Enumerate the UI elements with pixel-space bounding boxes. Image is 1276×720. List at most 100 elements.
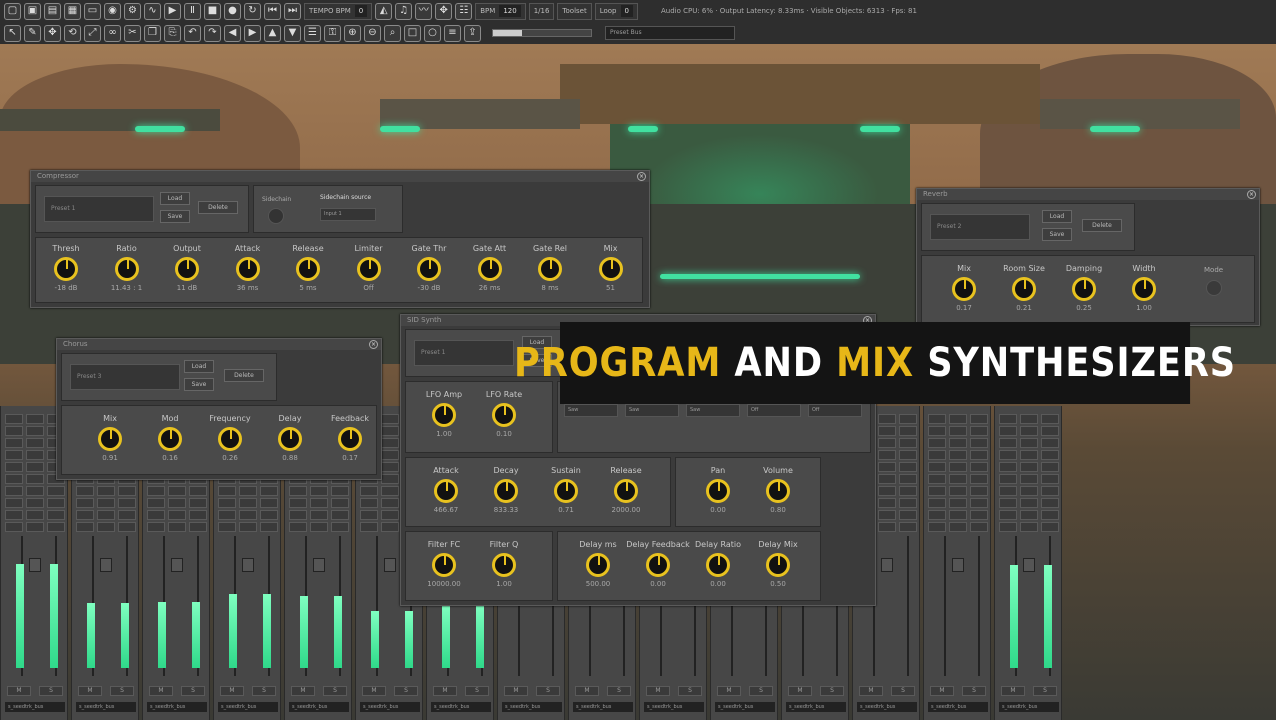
mute-button[interactable]: M <box>575 686 599 696</box>
close-icon[interactable]: × <box>369 340 378 349</box>
strip-button[interactable] <box>999 426 1017 436</box>
strip-button[interactable] <box>949 486 967 496</box>
strip-button[interactable] <box>260 498 278 508</box>
load-button[interactable]: Load <box>1042 210 1072 223</box>
strip-button[interactable] <box>5 438 23 448</box>
strip-button[interactable] <box>26 486 44 496</box>
strip-button[interactable] <box>999 510 1017 520</box>
strip-button[interactable] <box>5 462 23 472</box>
strip-button[interactable] <box>949 462 967 472</box>
knob[interactable]: Room Size 0.21 <box>992 264 1056 312</box>
strip-button[interactable] <box>381 414 399 424</box>
strip-button[interactable] <box>1020 438 1038 448</box>
selector-dropdown[interactable]: Off <box>808 404 862 417</box>
camera-icon[interactable]: ◉ <box>104 2 121 20</box>
knob-dial[interactable] <box>218 427 242 451</box>
strip-button[interactable] <box>239 510 257 520</box>
knob[interactable]: Delay ms 500.00 <box>566 540 630 588</box>
strip-button[interactable] <box>1041 522 1059 532</box>
strip-button[interactable] <box>381 522 399 532</box>
strip-button[interactable] <box>899 414 917 424</box>
strip-button[interactable] <box>360 498 378 508</box>
solo-button[interactable]: S <box>678 686 702 696</box>
strip-button[interactable] <box>260 510 278 520</box>
grid-icon[interactable]: ▦ <box>64 2 81 20</box>
paste-icon[interactable]: ⎘ <box>164 24 181 42</box>
solo-button[interactable]: S <box>536 686 560 696</box>
fader-handle[interactable] <box>242 558 254 572</box>
strip-button[interactable] <box>1041 450 1059 460</box>
close-icon[interactable]: × <box>1247 190 1256 199</box>
rewind-icon[interactable]: ⏮ <box>264 2 281 20</box>
load-button[interactable]: Load <box>160 192 190 205</box>
strip-button[interactable] <box>999 414 1017 424</box>
knob[interactable]: Gate Rel 8 ms <box>518 244 582 292</box>
strip-button[interactable] <box>1020 486 1038 496</box>
knob-dial[interactable] <box>296 257 320 281</box>
mute-button[interactable]: M <box>78 686 102 696</box>
strip-button[interactable] <box>218 510 236 520</box>
save-button[interactable]: Save <box>1042 228 1072 241</box>
record-icon[interactable]: ● <box>224 2 241 20</box>
solo-button[interactable]: S <box>465 686 489 696</box>
strip-button[interactable] <box>970 438 988 448</box>
strip-button[interactable] <box>147 510 165 520</box>
strip-button[interactable] <box>381 474 399 484</box>
strip-button[interactable] <box>928 426 946 436</box>
solo-button[interactable]: S <box>607 686 631 696</box>
load-button[interactable]: Load <box>184 360 214 373</box>
strip-button[interactable] <box>878 486 896 496</box>
strip-button[interactable] <box>331 486 349 496</box>
solo-button[interactable]: S <box>749 686 773 696</box>
pencil-icon[interactable]: ✎ <box>24 24 41 42</box>
solo-button[interactable]: S <box>252 686 276 696</box>
strip-button[interactable] <box>26 414 44 424</box>
fader-handle[interactable] <box>171 558 183 572</box>
strip-button[interactable] <box>381 462 399 472</box>
circle-icon[interactable]: ○ <box>424 24 441 42</box>
strip-button[interactable] <box>899 462 917 472</box>
knob[interactable]: LFO Amp 1.00 <box>412 390 476 438</box>
strip-button[interactable] <box>310 486 328 496</box>
knob-dial[interactable] <box>158 427 182 451</box>
knob[interactable]: Ratio 11.43 : 1 <box>95 244 159 292</box>
strip-button[interactable] <box>26 450 44 460</box>
strip-button[interactable] <box>999 474 1017 484</box>
strip-button[interactable] <box>878 498 896 508</box>
knob-dial[interactable] <box>338 427 362 451</box>
strip-button[interactable] <box>878 510 896 520</box>
mute-button[interactable]: M <box>504 686 528 696</box>
knob[interactable]: Mix 51 <box>579 244 643 292</box>
bpm-value[interactable]: 120 <box>499 5 521 17</box>
strip-button[interactable] <box>949 522 967 532</box>
delete-button[interactable]: Delete <box>224 369 264 382</box>
strip-button[interactable] <box>5 474 23 484</box>
strip-button[interactable] <box>47 498 65 508</box>
strip-button[interactable] <box>1041 510 1059 520</box>
solo-button[interactable]: S <box>962 686 986 696</box>
strip-button[interactable] <box>949 426 967 436</box>
strip-button[interactable] <box>878 438 896 448</box>
align-icon[interactable]: ☰ <box>304 24 321 42</box>
stop-icon[interactable]: ■ <box>204 2 221 20</box>
knob-dial[interactable] <box>434 479 458 503</box>
knob-dial[interactable] <box>356 257 381 281</box>
progress-bar[interactable] <box>492 29 592 37</box>
preset-bus-field[interactable]: Preset Bus <box>605 26 735 40</box>
strip-button[interactable] <box>949 414 967 424</box>
loop-icon[interactable]: ↻ <box>244 2 261 20</box>
strip-button[interactable] <box>1020 414 1038 424</box>
zoom-out-icon[interactable]: ⊖ <box>364 24 381 42</box>
knob-dial[interactable] <box>278 427 302 451</box>
bpm-control[interactable]: BPM 120 <box>475 2 526 20</box>
play-icon[interactable]: ▶ <box>164 2 181 20</box>
lock-icon[interactable]: ⚿ <box>324 24 341 42</box>
knob-dial[interactable] <box>494 479 518 503</box>
knob[interactable]: Delay Feedback 0.00 <box>626 540 690 588</box>
solo-button[interactable]: S <box>820 686 844 696</box>
strip-button[interactable] <box>5 426 23 436</box>
strip-button[interactable] <box>260 522 278 532</box>
strip-button[interactable] <box>970 414 988 424</box>
knob-dial[interactable] <box>538 257 562 281</box>
mute-button[interactable]: M <box>291 686 315 696</box>
